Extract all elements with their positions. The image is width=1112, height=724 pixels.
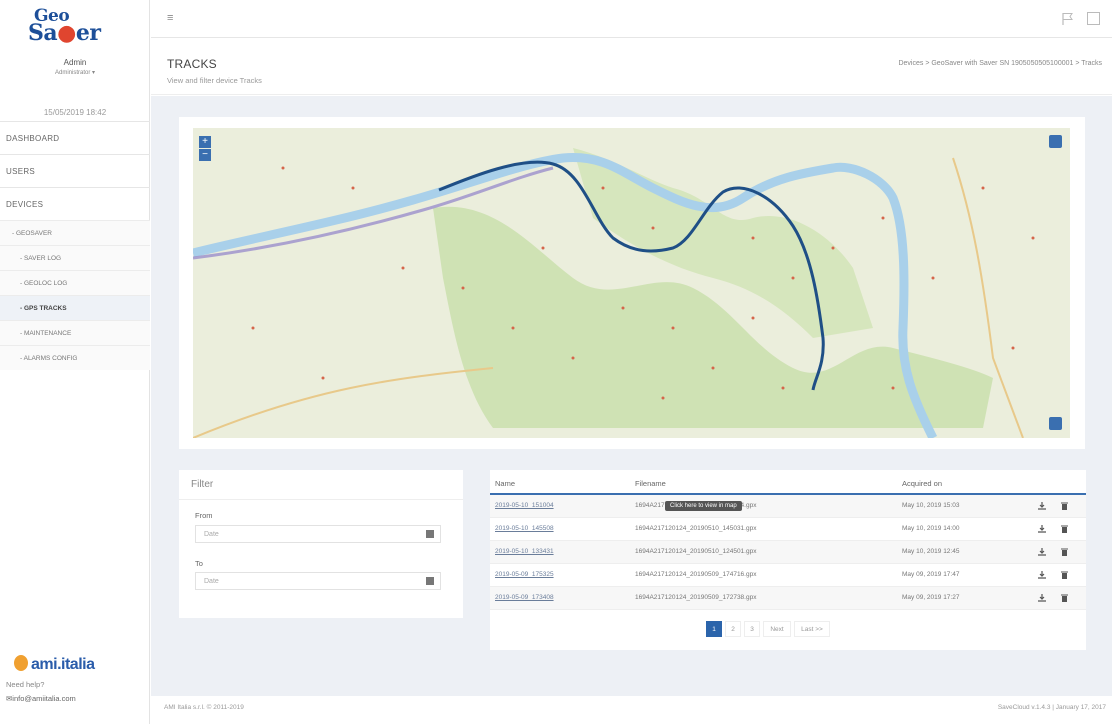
delete-icon[interactable]: [1061, 502, 1068, 510]
sidebar-item-maintenance[interactable]: - MAINTENANCE: [0, 320, 150, 345]
help-text: Need help?: [6, 680, 45, 689]
sidebar-item-users[interactable]: USERS: [0, 154, 150, 187]
user-role[interactable]: Administrator ▾: [0, 69, 150, 76]
delete-icon[interactable]: [1061, 525, 1068, 533]
filter-title: Filter: [191, 479, 214, 490]
table-row[interactable]: 2019-05-10_151004 1694A217120124_2019051…: [490, 495, 1086, 518]
zoom-out-button[interactable]: −: [199, 149, 211, 161]
tracks-map[interactable]: + −: [193, 128, 1070, 438]
flag-icon[interactable]: [1062, 12, 1074, 26]
calendar-icon[interactable]: [426, 577, 434, 585]
map-card: + −: [179, 117, 1085, 449]
to-date-input[interactable]: Date: [195, 572, 441, 590]
logout-icon[interactable]: [1087, 12, 1100, 25]
table-row[interactable]: 2019-05-10_133431 1694A217120124_2019051…: [490, 541, 1086, 564]
geosaver-logo[interactable]: Geo Sa●er: [28, 6, 128, 46]
zoom-in-button[interactable]: +: [199, 136, 211, 148]
from-label: From: [195, 511, 213, 520]
delete-icon[interactable]: [1061, 548, 1068, 556]
user-role-text: Administrator: [54, 70, 91, 76]
calendar-icon[interactable]: [426, 530, 434, 538]
track-acquired: May 10, 2019 12:45: [902, 548, 960, 555]
logo-bottom-b: er: [75, 20, 101, 46]
app: Geo Sa●er Admin Administrator ▾ 15/05/20…: [0, 0, 1112, 724]
to-date-placeholder: Date: [204, 578, 219, 585]
ami-italia-logo: ami.italia: [14, 655, 95, 674]
page-3-button[interactable]: 3: [744, 621, 760, 637]
download-icon[interactable]: [1038, 548, 1046, 556]
from-date-placeholder: Date: [204, 531, 219, 538]
download-icon[interactable]: [1038, 571, 1046, 579]
next-page-button[interactable]: Next: [763, 621, 791, 637]
delete-icon[interactable]: [1061, 571, 1068, 579]
download-icon[interactable]: [1038, 525, 1046, 533]
view-in-map-tooltip: Click here to view in map: [665, 501, 742, 511]
user-block[interactable]: Admin Administrator ▾: [0, 58, 150, 76]
table-row[interactable]: 2019-05-10_145508 1694A217120124_2019051…: [490, 518, 1086, 541]
ami-logo-text: ami.italia: [31, 656, 95, 673]
table-row[interactable]: 2019-05-09_173408 1694A217120124_2019050…: [490, 587, 1086, 610]
breadcrumb[interactable]: Devices > GeoSaver with Saver SN 1905050…: [898, 60, 1102, 67]
page-1-button[interactable]: 1: [706, 621, 722, 637]
map-canvas[interactable]: [193, 128, 1070, 438]
track-filename: 1694A217120124_20190509_174716.gpx: [635, 571, 757, 578]
delete-icon[interactable]: [1061, 594, 1068, 602]
main-content: + − Filter From Date To Date Name Filena…: [151, 96, 1112, 696]
from-date-input[interactable]: Date: [195, 525, 441, 543]
track-acquired: May 09, 2019 17:27: [902, 594, 960, 601]
menu-toggle-icon[interactable]: ≡: [167, 12, 173, 24]
footer-copyright: AMI Italia s.r.l. © 2011-2019: [164, 704, 244, 711]
logo-bottom-text: Sa●er: [28, 20, 101, 46]
current-datetime: 15/05/2019 18:42: [43, 108, 107, 117]
filter-card: Filter From Date To Date: [179, 470, 463, 618]
to-label: To: [195, 559, 203, 568]
track-filename: 1694A217120124_20190510_145031.gpx: [635, 525, 757, 532]
page-header: TRACKS View and filter device Tracks Dev…: [151, 39, 1112, 95]
track-filename: 1694A217120124_20190510_124501.gpx: [635, 548, 757, 555]
tracks-table: Name Filename Acquired on 2019-05-10_151…: [490, 470, 1086, 650]
sidebar: Geo Sa●er Admin Administrator ▾ 15/05/20…: [0, 0, 150, 724]
column-header-acquired[interactable]: Acquired on: [902, 479, 942, 488]
sidebar-item-gps-tracks[interactable]: - GPS TRACKS: [0, 295, 150, 320]
sidebar-item-alarms-config[interactable]: - ALARMS CONFIG: [0, 345, 150, 370]
sidebar-item-geosaver[interactable]: - GEOSAVER: [0, 220, 150, 245]
download-icon[interactable]: [1038, 502, 1046, 510]
column-header-name[interactable]: Name: [495, 479, 515, 488]
track-acquired: May 10, 2019 14:00: [902, 525, 960, 532]
footer-version: SaveCloud v.1.4.3 | January 17, 2017: [997, 704, 1106, 711]
top-bar: ≡: [151, 0, 1112, 38]
page-2-button[interactable]: 2: [725, 621, 741, 637]
track-acquired: May 10, 2019 15:03: [902, 502, 960, 509]
layers-icon[interactable]: [1049, 417, 1062, 430]
sidebar-item-geoloc-log[interactable]: - GEOLOC LOG: [0, 270, 150, 295]
sidebar-nav: DASHBOARD USERS DEVICES - GEOSAVER - SAV…: [0, 121, 150, 370]
sidebar-item-devices[interactable]: DEVICES: [0, 187, 150, 220]
logo-bottom-a: Sa: [28, 20, 58, 46]
ami-mascot-icon: [14, 655, 28, 671]
page-subtitle: View and filter device Tracks: [167, 76, 262, 85]
support-email-link[interactable]: ✉info@amiitalia.com: [6, 694, 76, 703]
user-name: Admin: [63, 58, 87, 67]
fullscreen-icon[interactable]: [1049, 135, 1062, 148]
track-name-link[interactable]: 2019-05-09_175325: [495, 571, 554, 578]
sidebar-item-saver-log[interactable]: - SAVER LOG: [0, 245, 150, 270]
column-header-filename[interactable]: Filename: [635, 479, 666, 488]
track-name-link[interactable]: 2019-05-10_151004: [495, 502, 554, 509]
last-page-button[interactable]: Last >>: [794, 621, 830, 637]
track-name-link[interactable]: 2019-05-10_145508: [495, 525, 554, 532]
sidebar-item-dashboard[interactable]: DASHBOARD: [0, 121, 150, 154]
support-email: info@amiitalia.com: [12, 694, 76, 703]
download-icon[interactable]: [1038, 594, 1046, 602]
table-row[interactable]: 2019-05-09_175325 1694A217120124_2019050…: [490, 564, 1086, 587]
chevron-down-icon: ▾: [92, 70, 96, 76]
page-title: TRACKS: [167, 57, 217, 71]
track-name-link[interactable]: 2019-05-10_133431: [495, 548, 554, 555]
track-name-link[interactable]: 2019-05-09_173408: [495, 594, 554, 601]
track-filename: 1694A217120124_20190509_172738.gpx: [635, 594, 757, 601]
logo-o-icon: ●: [57, 20, 76, 46]
track-acquired: May 09, 2019 17:47: [902, 571, 960, 578]
filter-divider: [179, 499, 463, 500]
